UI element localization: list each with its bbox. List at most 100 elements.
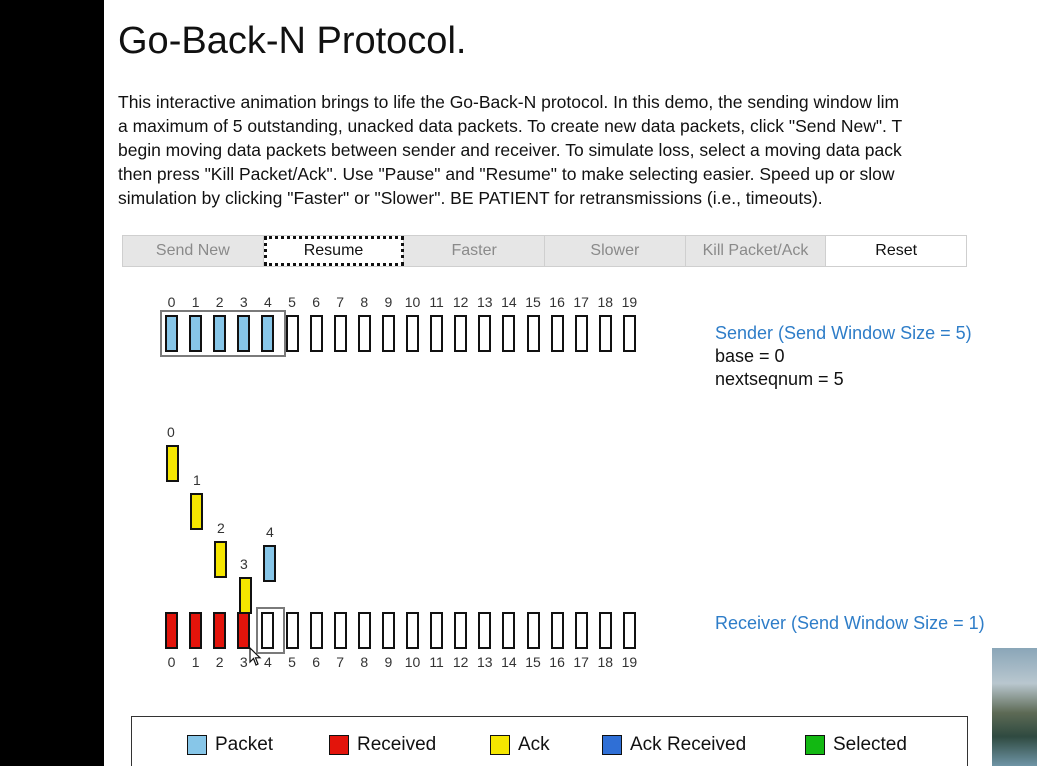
receiver-slot[interactable]: [285, 612, 299, 649]
receiver-seq-number: 5: [288, 654, 296, 670]
receiver-seq-number: 15: [525, 654, 541, 670]
receiver-slot[interactable]: [454, 612, 468, 649]
sender-slot[interactable]: [550, 315, 564, 352]
receiver-seq-number: 2: [215, 654, 224, 670]
receiver-seq-number: 10: [404, 654, 421, 670]
sender-seq-number: 19: [621, 294, 638, 310]
receiver-slot[interactable]: [357, 612, 371, 649]
in-flight-label: 0: [167, 424, 175, 440]
sender-seq-number: 8: [360, 294, 369, 310]
mouse-pointer-icon: [249, 647, 262, 666]
sender-slot[interactable]: [357, 315, 371, 352]
control-toolbar: Send New Resume Faster Slower Kill Packe…: [122, 235, 967, 267]
sender-slot[interactable]: [430, 315, 444, 352]
ack-in-flight[interactable]: [239, 577, 252, 614]
slower-button[interactable]: Slower: [545, 236, 686, 266]
receiver-slot[interactable]: [381, 612, 395, 649]
intro-line: simulation by clicking "Faster" or "Slow…: [118, 188, 823, 208]
sender-slot[interactable]: [478, 315, 492, 352]
ack-in-flight[interactable]: [214, 541, 227, 578]
faster-button[interactable]: Faster: [404, 236, 546, 266]
receiver-slot[interactable]: [309, 612, 323, 649]
legend-ack-received-label: Ack Received: [630, 734, 747, 755]
sender-seq-number: 3: [239, 294, 248, 310]
kill-packet-ack-button[interactable]: Kill Packet/Ack: [686, 236, 827, 266]
receiver-seq-number: 11: [429, 654, 444, 670]
receiver-seq-number: 7: [336, 654, 345, 670]
send-new-button[interactable]: Send New: [123, 236, 264, 266]
legend-received: Received: [329, 734, 436, 756]
selected-swatch: [805, 735, 825, 755]
receiver-seq-number: 13: [477, 654, 493, 670]
sender-seq-number: 17: [573, 294, 589, 310]
sender-seq-number: 12: [452, 294, 469, 310]
sender-seq-number: 15: [525, 294, 541, 310]
receiver-slot[interactable]: [333, 612, 347, 649]
sender-slot[interactable]: [333, 315, 347, 352]
receiver-info: Receiver (Send Window Size = 1): [715, 612, 985, 635]
sender-slot[interactable]: [454, 315, 468, 352]
receiver-slot[interactable]: [622, 612, 636, 649]
receiver-slot[interactable]: [406, 612, 419, 649]
receiver-slot[interactable]: [478, 612, 492, 649]
reset-button[interactable]: Reset: [826, 236, 967, 266]
receiver-seq-number: 16: [549, 654, 565, 670]
in-flight-label: 4: [266, 524, 274, 540]
sender-seq-number: 1: [191, 294, 200, 310]
receiver-header: Receiver (Send Window Size = 1): [715, 613, 985, 633]
ack-swatch: [490, 735, 510, 755]
sender-slot[interactable]: [406, 315, 419, 352]
sender-seq-number: 6: [312, 294, 320, 310]
receiver-seq-number: 6: [312, 654, 320, 670]
sender-seq-number: 11: [429, 294, 444, 310]
receiver-seq-number: 14: [501, 654, 517, 670]
received-swatch: [329, 735, 349, 755]
receiver-seq-number: 9: [384, 654, 393, 670]
receiver-slot[interactable]: [430, 612, 444, 649]
sender-slot[interactable]: [598, 315, 612, 352]
receiver-slot[interactable]: [598, 612, 612, 649]
packet-in-flight[interactable]: [263, 545, 276, 582]
sender-seq-number: 10: [404, 294, 421, 310]
receiver-seq-number: 12: [452, 654, 469, 670]
sender-slot[interactable]: [574, 315, 588, 352]
receiver-slot[interactable]: [237, 612, 251, 649]
page-content: Go-Back-N Protocol. This interactive ani…: [104, 0, 1037, 766]
sender-seq-number: 13: [477, 294, 493, 310]
receiver-slot[interactable]: [189, 612, 203, 649]
sender-seq-number: 14: [501, 294, 517, 310]
resume-button[interactable]: Resume: [263, 236, 405, 266]
sender-base: base = 0: [715, 346, 785, 366]
ack-received-swatch: [602, 735, 622, 755]
sender-slot[interactable]: [309, 315, 323, 352]
receiver-slot[interactable]: [526, 612, 540, 649]
receiver-slot[interactable]: [550, 612, 564, 649]
legend-selected: Selected: [805, 734, 907, 756]
receiver-seq-number: 0: [167, 654, 176, 670]
receiver-seq-number: 19: [621, 654, 638, 670]
sender-slot[interactable]: [381, 315, 395, 352]
sender-slot[interactable]: [622, 315, 636, 352]
sender-slot[interactable]: [502, 315, 516, 352]
sender-slot[interactable]: [285, 315, 299, 352]
in-flight-label: 2: [217, 520, 225, 536]
ack-in-flight[interactable]: [166, 445, 179, 482]
receiver-slot[interactable]: [213, 612, 227, 649]
legend-packet-label: Packet: [215, 734, 274, 755]
intro-line: begin moving data packets between sender…: [118, 140, 902, 160]
sender-window: [160, 310, 286, 357]
receiver-slot[interactable]: [574, 612, 588, 649]
legend-ack: Ack: [490, 734, 550, 756]
sender-slot[interactable]: [526, 315, 540, 352]
intro-line: then press "Kill Packet/Ack". Use "Pause…: [118, 164, 895, 184]
sender-seq-number: 2: [215, 294, 224, 310]
legend-received-label: Received: [357, 734, 437, 755]
receiver-slot[interactable]: [502, 612, 516, 649]
ack-in-flight[interactable]: [190, 493, 203, 530]
legend: Packet Received Ack Ack Received Selecte…: [131, 716, 968, 766]
sender-seq-number: 4: [263, 294, 272, 310]
sender-seq-number: 18: [597, 294, 614, 310]
intro-line: a maximum of 5 outstanding, unacked data…: [118, 116, 903, 136]
sender-seq-number: 16: [549, 294, 565, 310]
receiver-slot[interactable]: [165, 612, 178, 649]
